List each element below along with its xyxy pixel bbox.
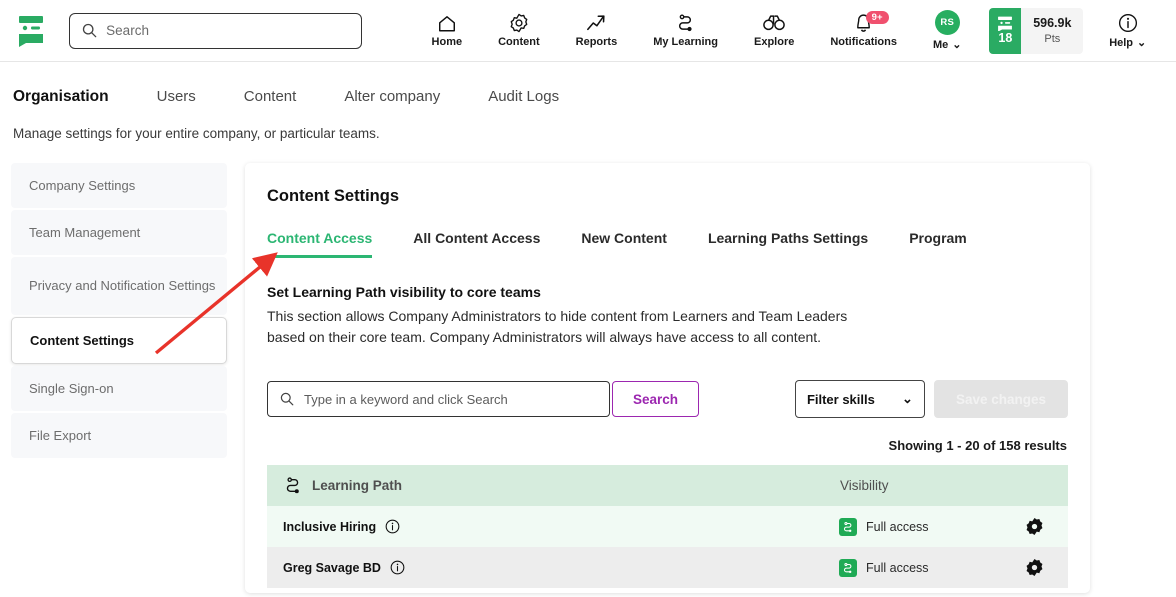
save-changes-button[interactable]: Save changes [933, 380, 1068, 419]
points-unit: Pts [1044, 33, 1061, 45]
nav-label-notifications: Notifications [830, 36, 897, 48]
card-tabs: Content Access All Content Access New Co… [267, 230, 1068, 258]
section-heading: Set Learning Path visibility to core tea… [267, 284, 541, 300]
learning-paths-table: Learning Path Visibility Inclusive Hirin… [267, 465, 1068, 589]
tab-program[interactable]: Program [909, 230, 967, 258]
global-search-input[interactable]: Search [69, 12, 362, 49]
page-body: Company Settings Team Management Privacy… [0, 141, 1176, 593]
points-widget[interactable]: 18 596.9k Pts [989, 7, 1084, 54]
points-body: 596.9k Pts [1021, 8, 1083, 54]
sidebar-item-privacy-and-notification-settings[interactable]: Privacy and Notification Settings [11, 257, 227, 315]
nav-label-help: Help ⌄ [1109, 36, 1147, 49]
learning-path-icon [839, 517, 857, 536]
tab-learning-paths-settings[interactable]: Learning Paths Settings [708, 230, 868, 258]
row-visibility-label: Full access [866, 560, 929, 575]
card-title: Content Settings [267, 187, 399, 205]
section-tab-audit-logs[interactable]: Audit Logs [488, 88, 607, 105]
info-icon[interactable] [390, 560, 405, 575]
nav-item-reports[interactable]: Reports [558, 13, 636, 48]
nav-label-explore: Explore [754, 36, 795, 48]
nav-item-notifications[interactable]: 9+ Notifications [812, 11, 915, 48]
header-label-learning-path: Learning Path [312, 478, 403, 494]
section-tab-users[interactable]: Users [157, 88, 244, 105]
sidebar-item-team-management[interactable]: Team Management [11, 210, 227, 255]
search-icon [280, 392, 294, 406]
nav-label-home: Home [431, 36, 463, 48]
points-level-value: 18 [998, 31, 1013, 46]
row-name-cell: Inclusive Hiring [267, 519, 839, 534]
primary-nav: Home Content Reports My Learning Explore… [414, 10, 980, 51]
nav-item-content[interactable]: Content [480, 13, 558, 48]
search-button[interactable]: Search [612, 381, 700, 418]
nav-label-my-learning: My Learning [653, 36, 718, 48]
app-logo[interactable] [0, 15, 61, 47]
nav-item-home[interactable]: Home [414, 13, 481, 48]
nav-item-explore[interactable]: Explore [736, 13, 812, 48]
notifications-badge: 9+ [865, 11, 889, 24]
page-root: Search Home Content Reports My Learning … [0, 0, 1176, 597]
learning-path-icon [283, 476, 303, 495]
settings-sidebar: Company Settings Team Management Privacy… [11, 163, 227, 593]
chevron-down-icon: ⌄ [1137, 36, 1147, 49]
nav-item-help[interactable]: Help ⌄ [1091, 13, 1164, 49]
section-tabs: Organisation Users Content Alter company… [0, 62, 1176, 106]
learning-path-icon [675, 13, 696, 33]
nav-label-me: Me ⌄ [932, 39, 962, 51]
row-visibility-label: Full access [866, 519, 929, 534]
keyword-search-placeholder: Type in a keyword and click Search [304, 391, 508, 407]
section-tab-content[interactable]: Content [244, 88, 345, 105]
section-description: This section allows Company Administrato… [267, 308, 848, 345]
row-settings-gear-icon[interactable] [1025, 517, 1044, 536]
sidebar-item-content-settings[interactable]: Content Settings [11, 317, 227, 364]
learning-path-icon [839, 558, 857, 577]
nav-item-me[interactable]: RS Me ⌄ [915, 10, 980, 51]
sidebar-item-company-settings[interactable]: Company Settings [11, 163, 227, 208]
search-icon [83, 23, 97, 38]
points-value: 596.9k [1033, 16, 1072, 30]
row-learning-path-name: Greg Savage BD [283, 560, 381, 575]
info-icon [1118, 13, 1138, 33]
results-count: Showing 1 - 20 of 158 results [888, 438, 1067, 454]
controls-row: Type in a keyword and click Search Searc… [267, 380, 1068, 419]
sidebar-item-file-export[interactable]: File Export [11, 413, 227, 458]
table-row[interactable]: Inclusive Hiring Full access [267, 506, 1068, 548]
row-visibility-cell: Full access [839, 558, 1025, 577]
nav-label-my-reports: Reports [575, 36, 618, 48]
table-header-row: Learning Path Visibility [267, 465, 1068, 507]
nav-item-my-learning[interactable]: My Learning [635, 13, 736, 48]
top-navigation-bar: Search Home Content Reports My Learning … [0, 0, 1176, 62]
page-subtitle: Manage settings for your entire company,… [13, 126, 380, 141]
sidebar-item-single-sign-on[interactable]: Single Sign-on [11, 366, 227, 411]
header-label-visibility: Visibility [840, 478, 889, 494]
section-tab-alter-company[interactable]: Alter company [344, 88, 488, 105]
info-icon[interactable] [385, 519, 400, 534]
nav-label-content: Content [498, 36, 540, 48]
points-level-tile: 18 [989, 7, 1022, 54]
header-cell-learning-path: Learning Path [267, 476, 840, 495]
avatar: RS [934, 10, 960, 35]
content-settings-card: Content Settings Content Access All Cont… [245, 163, 1090, 593]
section-tab-organisation[interactable]: Organisation [13, 88, 157, 106]
tab-content-access[interactable]: Content Access [267, 230, 373, 258]
home-icon [437, 13, 457, 33]
row-name-cell: Greg Savage BD [267, 560, 839, 575]
table-row[interactable]: Greg Savage BD Full access [267, 547, 1068, 589]
chevron-down-icon: ⌄ [952, 39, 962, 51]
header-cell-visibility: Visibility [840, 478, 1026, 493]
filter-skills-label: Filter skills [806, 391, 875, 407]
speech-bubble-logo-icon [998, 16, 1013, 32]
tab-new-content[interactable]: New Content [581, 230, 667, 258]
speech-bubble-logo-icon [18, 15, 43, 47]
global-search-placeholder: Search [106, 23, 149, 38]
row-visibility-cell: Full access [839, 517, 1025, 536]
gear-icon [509, 13, 529, 33]
row-settings-gear-icon[interactable] [1025, 558, 1044, 577]
trending-arrow-icon [585, 13, 607, 33]
filter-skills-select[interactable]: Filter skills ⌄ [794, 380, 925, 419]
keyword-search-input[interactable]: Type in a keyword and click Search [267, 381, 610, 418]
chevron-down-icon: ⌄ [902, 391, 913, 407]
row-learning-path-name: Inclusive Hiring [283, 519, 377, 534]
binoculars-icon [763, 13, 785, 33]
tab-all-content-access[interactable]: All Content Access [413, 230, 540, 258]
